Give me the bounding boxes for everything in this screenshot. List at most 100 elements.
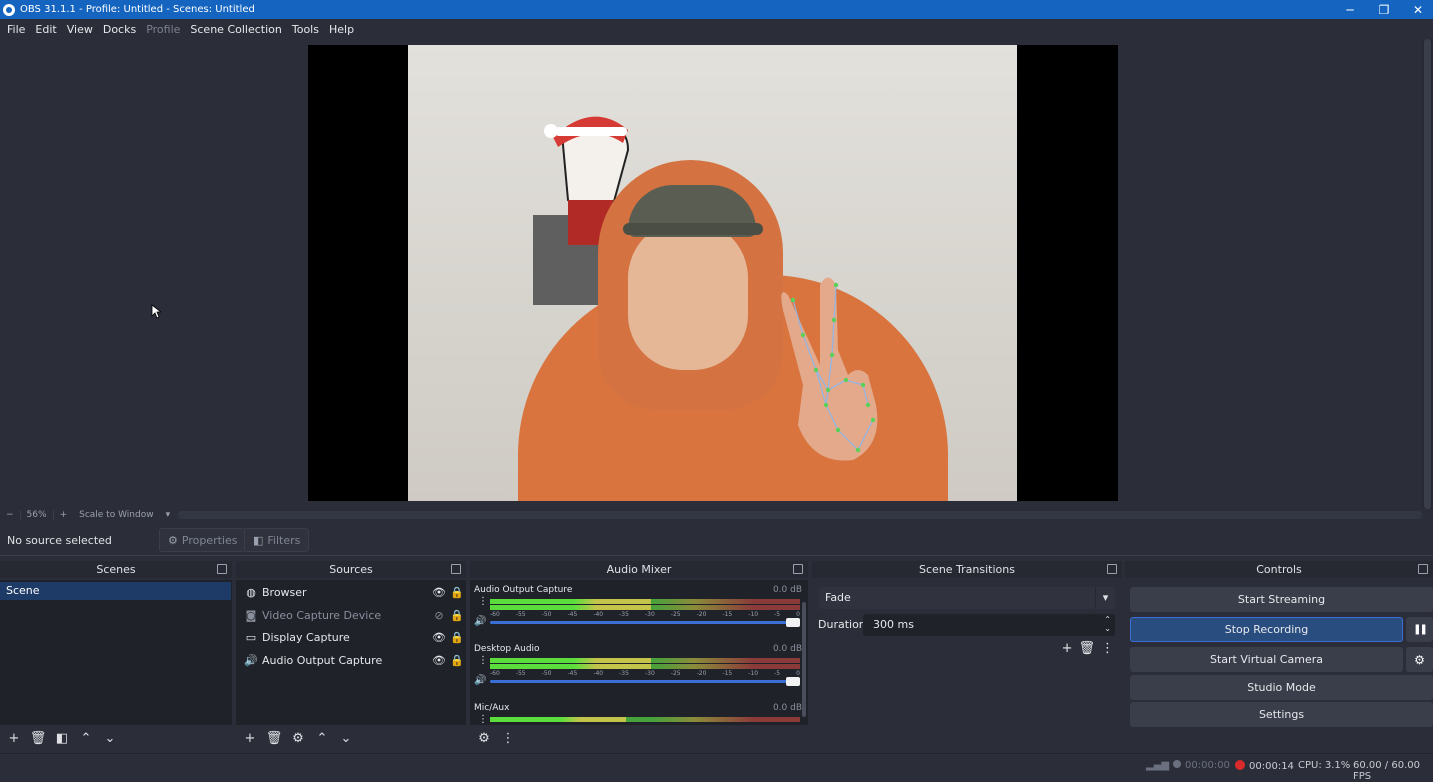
trash-icon[interactable]: 🗑 <box>1078 641 1095 656</box>
source-row[interactable]: 🔊 Audio Output Capture 👁 🔒 <box>236 649 466 671</box>
advanced-audio-icon[interactable]: ⚙ <box>474 728 494 748</box>
meter-level <box>490 658 652 663</box>
menu-tools[interactable]: Tools <box>287 23 324 36</box>
volume-knob[interactable] <box>786 618 800 627</box>
move-up-icon[interactable]: ⌃ <box>76 728 96 748</box>
horizontal-scrollbar[interactable] <box>178 511 1422 519</box>
zoom-bar: − 56% + Scale to Window ▾ <box>0 509 1433 521</box>
volume-slider[interactable] <box>490 677 800 686</box>
settings-button[interactable]: Settings <box>1130 702 1433 727</box>
source-status: No source selected <box>7 534 112 547</box>
virtual-camera-settings-button[interactable]: ⚙ <box>1406 647 1433 672</box>
menu-help[interactable]: Help <box>324 23 359 36</box>
trash-icon[interactable]: 🗑 <box>28 728 48 748</box>
more-options-icon[interactable]: ⋮ <box>1101 641 1114 656</box>
lock-icon[interactable]: 🔒 <box>448 631 466 644</box>
duration-input[interactable]: 300 ms ⌃ ⌄ <box>863 614 1115 636</box>
transition-select[interactable]: Fade ▾ <box>819 587 1115 609</box>
preview-canvas[interactable] <box>308 45 1118 501</box>
meter-tick-label: -55 <box>515 670 526 677</box>
meter-tick-label: -60 <box>490 670 500 677</box>
hand-landmark-overlay <box>781 277 878 461</box>
menu-scene-collection[interactable]: Scene Collection <box>185 23 286 36</box>
scale-mode-label[interactable]: Scale to Window <box>73 510 159 520</box>
gear-icon[interactable]: ⚙ <box>288 728 308 748</box>
sources-list: ◍ Browser 👁 🔒 ◙ Video Capture Device ⊘ 🔒… <box>236 580 466 725</box>
undock-icon[interactable] <box>217 564 227 574</box>
undock-icon[interactable] <box>451 564 461 574</box>
source-name: Video Capture Device <box>262 608 382 622</box>
source-name: Browser <box>262 585 307 599</box>
duration-spinner-icon[interactable]: ⌃ ⌄ <box>1104 615 1111 633</box>
pause-recording-button[interactable]: ❚❚ <box>1406 617 1433 642</box>
transitions-title: Scene Transitions <box>919 563 1015 576</box>
menu-edit[interactable]: Edit <box>30 23 61 36</box>
undock-icon[interactable] <box>1418 564 1428 574</box>
meter-tick-label: -5 <box>774 670 781 677</box>
lock-icon[interactable]: 🔒 <box>448 609 466 622</box>
visibility-eye-icon[interactable]: 👁 <box>430 586 448 599</box>
meter-tick-label: -50 <box>541 670 552 677</box>
move-up-icon[interactable]: ⌃ <box>312 728 332 748</box>
meter-tick-label: -40 <box>593 611 604 618</box>
filters-button[interactable]: ◧ Filters <box>244 528 310 552</box>
more-options-icon[interactable]: ⋮ <box>478 597 488 607</box>
meter-tick-label: -30 <box>644 670 655 677</box>
zoom-in-button[interactable]: + <box>54 510 74 520</box>
scene-transitions-dock: Scene Transitions Fade ▾ Duration 300 ms… <box>812 561 1122 751</box>
start-streaming-button[interactable]: Start Streaming <box>1130 587 1433 612</box>
more-options-icon[interactable]: ⋮ <box>478 715 488 725</box>
mute-speaker-icon[interactable]: 🔊 <box>474 616 486 627</box>
stop-recording-button[interactable]: Stop Recording <box>1130 617 1403 642</box>
close-button[interactable]: ✕ <box>1401 0 1433 19</box>
add-icon[interactable]: + <box>240 728 260 748</box>
filter-icon[interactable]: ◧ <box>52 728 72 748</box>
menu-view[interactable]: View <box>62 23 98 36</box>
more-options-icon[interactable]: ⋮ <box>498 728 518 748</box>
add-icon[interactable]: + <box>4 728 24 748</box>
trash-icon[interactable]: 🗑 <box>264 728 284 748</box>
mixer-scrollbar[interactable] <box>802 602 806 717</box>
source-row[interactable]: ◙ Video Capture Device ⊘ 🔒 <box>236 604 466 626</box>
mixer-header: Audio Mixer <box>470 561 808 578</box>
move-down-icon[interactable]: ⌄ <box>336 728 356 748</box>
chevron-down-icon[interactable]: ▾ <box>1095 587 1115 609</box>
lock-icon[interactable]: 🔒 <box>448 654 466 667</box>
studio-mode-button[interactable]: Studio Mode <box>1130 675 1433 700</box>
scrollbar-thumb[interactable] <box>1424 39 1431 509</box>
webcam-feed <box>408 45 1017 501</box>
scene-item[interactable]: Scene <box>0 582 231 600</box>
more-options-icon[interactable]: ⋮ <box>478 656 488 666</box>
source-row[interactable]: ▭ Display Capture 👁 🔒 <box>236 626 466 648</box>
mixer-title: Audio Mixer <box>606 563 672 576</box>
stream-status: 00:00:00 <box>1173 760 1230 771</box>
sources-title: Sources <box>329 563 373 576</box>
scale-mode-caret-icon[interactable]: ▾ <box>160 510 177 520</box>
menu-file[interactable]: File <box>2 23 30 36</box>
hidden-eye-icon[interactable]: ⊘ <box>430 609 448 622</box>
mute-speaker-icon[interactable]: 🔊 <box>474 675 486 686</box>
volume-slider[interactable] <box>490 618 800 627</box>
preview-scrollbar[interactable] <box>1422 39 1433 509</box>
visibility-eye-icon[interactable]: 👁 <box>430 631 448 644</box>
meter-tick-label: -5 <box>774 611 781 618</box>
lock-icon[interactable]: 🔒 <box>448 586 466 599</box>
add-icon[interactable]: + <box>1062 641 1073 656</box>
menu-profile[interactable]: Profile <box>141 23 185 36</box>
properties-button[interactable]: ⚙ Properties <box>159 528 247 552</box>
move-down-icon[interactable]: ⌄ <box>100 728 120 748</box>
visibility-eye-icon[interactable]: 👁 <box>430 654 448 667</box>
gear-icon: ⚙ <box>1414 652 1425 667</box>
stream-time: 00:00:00 <box>1185 760 1230 771</box>
source-row[interactable]: ◍ Browser 👁 🔒 <box>236 581 466 603</box>
restore-button[interactable]: ❐ <box>1367 0 1401 19</box>
start-virtual-camera-button[interactable]: Start Virtual Camera <box>1130 647 1403 672</box>
undock-icon[interactable] <box>793 564 803 574</box>
zoom-out-button[interactable]: − <box>0 510 20 520</box>
menu-docks[interactable]: Docks <box>98 23 141 36</box>
undock-icon[interactable] <box>1107 564 1117 574</box>
scenes-title: Scenes <box>96 563 136 576</box>
minimize-button[interactable]: ─ <box>1333 0 1367 19</box>
scenes-header: Scenes <box>0 561 232 578</box>
volume-knob[interactable] <box>786 677 800 686</box>
